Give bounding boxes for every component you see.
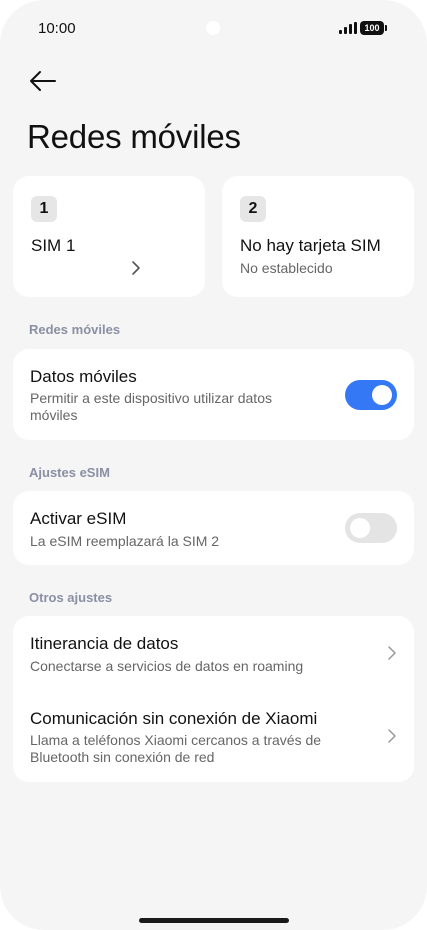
row-title: Comunicación sin conexión de Xiaomi <box>30 709 318 728</box>
chevron-right-icon <box>388 729 396 743</box>
data-roaming-row[interactable]: Itinerancia de datos Conectarse a servic… <box>13 616 414 690</box>
status-time: 10:00 <box>38 20 76 37</box>
front-camera <box>206 21 220 35</box>
sim-number-badge: 1 <box>31 196 57 222</box>
offline-communication-row[interactable]: Comunicación sin conexión de Xiaomi Llam… <box>13 690 414 782</box>
section-label-other: Otros ajustes <box>29 590 113 605</box>
row-title: Activar eSIM <box>30 509 127 528</box>
page-title: Redes móviles <box>27 118 241 155</box>
back-arrow-icon[interactable] <box>28 66 58 96</box>
row-subtitle: La eSIM reemplazará la SIM 2 <box>30 533 220 549</box>
section-label-esim: Ajustes eSIM <box>29 465 110 480</box>
esim-toggle[interactable] <box>345 513 397 543</box>
sim-number-badge: 2 <box>240 196 266 222</box>
row-subtitle: Llama a teléfonos Xiaomi cercanos a trav… <box>30 732 322 765</box>
section-label-mobile-networks: Redes móviles <box>29 322 121 337</box>
sim-card-1[interactable]: 1 SIM 1 <box>13 176 205 297</box>
row-subtitle: Permitir a este dispositivo utilizar dat… <box>30 390 272 423</box>
row-title: Itinerancia de datos <box>30 634 179 653</box>
other-settings-card: Itinerancia de datos Conectarse a servic… <box>13 616 414 782</box>
phone-screen: 10:00 100 Redes móviles 1 SIM 1 2 No hay… <box>0 0 427 930</box>
mobile-data-toggle[interactable] <box>345 380 397 410</box>
battery-icon: 100 <box>360 21 387 35</box>
chevron-right-icon <box>388 646 396 660</box>
mobile-data-row[interactable]: Datos móviles Permitir a este dispositiv… <box>13 349 414 440</box>
sim-status: No establecido <box>240 260 333 276</box>
home-indicator[interactable] <box>139 918 289 923</box>
sim-name: SIM 1 <box>31 236 76 255</box>
activate-esim-row[interactable]: Activar eSIM La eSIM reemplazará la SIM … <box>13 491 414 565</box>
row-title: Datos móviles <box>30 367 137 386</box>
row-subtitle: Conectarse a servicios de datos en roami… <box>30 658 304 674</box>
chevron-right-icon <box>132 261 140 275</box>
sim-card-2[interactable]: 2 No hay tarjeta SIM No establecido <box>222 176 414 297</box>
sim-name: No hay tarjeta SIM <box>240 236 381 255</box>
signal-icon <box>339 22 357 34</box>
